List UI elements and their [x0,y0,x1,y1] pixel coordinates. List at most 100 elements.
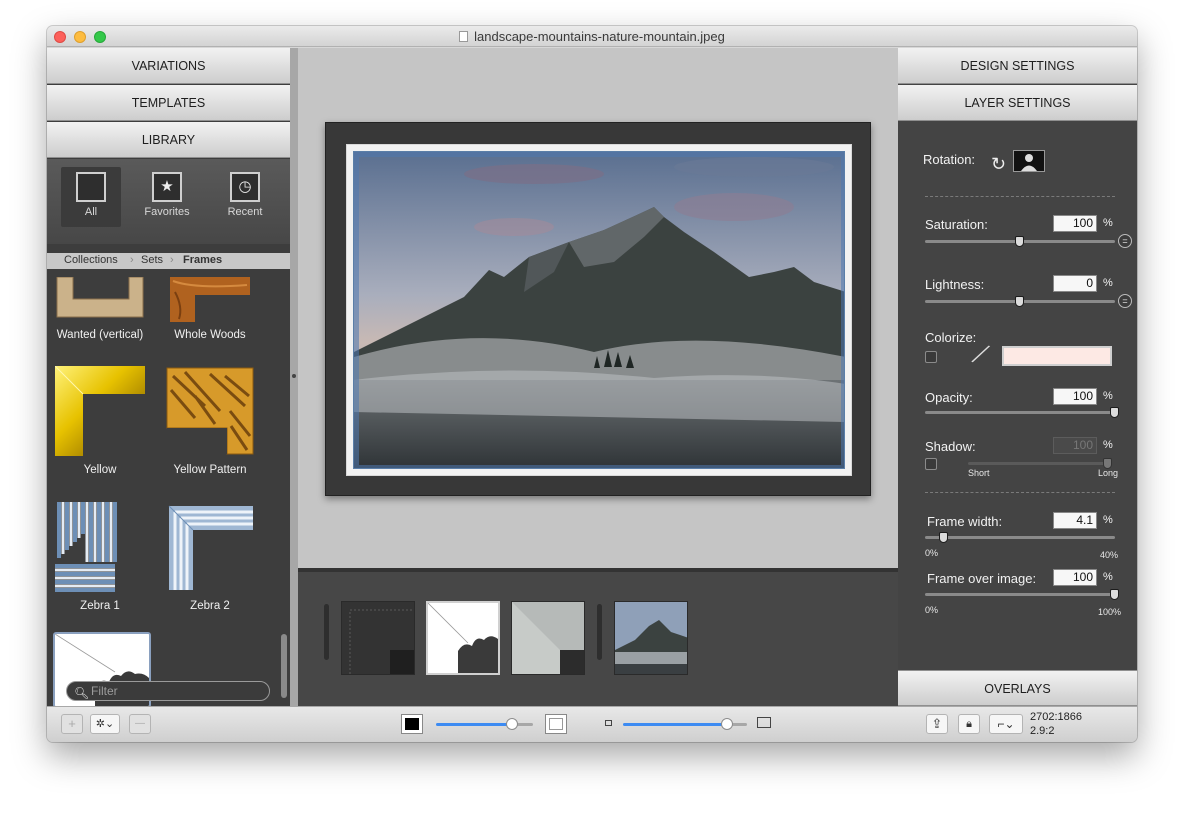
filmstrip-thumb-photo[interactable] [614,601,688,675]
filter-search-field[interactable]: 🔍︎ Filter [66,681,270,701]
frame-item-yellow[interactable]: Yellow [50,365,150,476]
shadow-min-label: Short [968,468,990,478]
saturation-unit: % [1103,217,1113,229]
saturation-slider-knob[interactable] [1015,236,1024,247]
chevron-right-icon: › [130,254,134,266]
zoom-slider-fill[interactable] [623,723,727,726]
frame-over-image-unit: % [1103,571,1113,583]
frame-width-unit: % [1103,514,1113,526]
remove-item-button[interactable]: — [129,714,151,734]
filmstrip-thumb-grey-frame[interactable] [511,601,585,675]
opacity-slider-knob[interactable] [1110,407,1119,418]
mountain-photo [353,151,845,469]
breadcrumb-frames[interactable]: Frames [183,254,222,266]
frame-thickness-slider-fill[interactable] [436,723,512,726]
frame-thickness-slider-knob[interactable] [506,718,518,730]
colorize-checkbox[interactable] [925,351,937,363]
segment-favorites[interactable]: ★ Favorites [137,167,197,227]
reset-saturation-button[interactable]: = [1118,234,1132,248]
filmstrip-divider [597,604,602,660]
frame-width-max-label: 40% [1100,550,1119,560]
segment-all-label: All [84,206,98,218]
library-scrollbar[interactable] [281,634,287,698]
clock-icon: ◷ [230,172,260,202]
crop-aspect-menu-button[interactable]: ⌐⌄ [989,714,1023,734]
shadow-max-label: Long [1098,468,1119,478]
divider [925,492,1115,493]
segment-all[interactable]: All [61,167,121,227]
lightness-value-field[interactable]: 0 [1053,275,1097,292]
filter-placeholder: Filter [91,684,118,698]
add-item-button[interactable]: + [61,714,83,734]
rotation-label: Rotation: [923,152,976,167]
frame-thumbnail [165,502,255,592]
shadow-slider [968,462,1108,465]
frame-width-slider-knob[interactable] [939,532,948,543]
star-icon: ★ [152,172,182,202]
frame-width-slider[interactable] [925,536,1115,539]
black-swatch-button[interactable] [401,714,423,734]
lock-button[interactable]: 🔒︎ [958,714,980,734]
library-segmented-control: All ★ Favorites ◷ Recent [47,159,290,244]
framed-image-preview[interactable] [325,122,871,496]
search-icon: 🔍︎ [74,686,90,700]
white-swatch-button[interactable] [545,714,567,734]
colorize-label: Colorize: [925,330,977,345]
opacity-slider[interactable] [925,411,1115,414]
frame-item-yellow-pattern[interactable]: Yellow Pattern [160,366,260,476]
share-button[interactable]: ⇪ [926,714,948,734]
lightness-label: Lightness: [925,277,985,292]
colorize-color-well[interactable] [1002,346,1112,366]
small-size-icon [605,720,612,726]
design-settings-button[interactable]: DESIGN SETTINGS [898,48,1137,84]
variations-filmstrip [298,568,898,706]
filmstrip-thumb-white-frame[interactable] [426,601,500,675]
templates-button[interactable]: TEMPLATES [47,85,290,121]
frame-item-zebra-1[interactable]: Zebra 1 [50,502,150,612]
library-button[interactable]: LIBRARY [47,122,290,158]
opacity-value-field[interactable]: 100 [1053,388,1097,405]
opacity-unit: % [1103,390,1113,402]
saturation-value-field[interactable]: 100 [1053,215,1097,232]
filmstrip-thumb-dark-frame[interactable] [341,601,415,675]
frame-item-label: Whole Woods [174,329,246,341]
lightness-slider-knob[interactable] [1015,296,1024,307]
frame-width-value-field[interactable]: 4.1 [1053,512,1097,529]
eyedropper-icon[interactable]: ╱ [972,343,989,366]
chevron-down-icon: ⌄ [1004,717,1015,731]
zoom-slider-knob[interactable] [721,718,733,730]
breadcrumb-sets[interactable]: Sets [141,254,163,266]
variations-button[interactable]: VARIATIONS [47,48,290,84]
frame-thumbnail [55,276,145,322]
lock-icon: 🔒︎ [966,718,972,730]
frame-over-image-value-field[interactable]: 100 [1053,569,1097,586]
segment-recent[interactable]: ◷ Recent [215,167,275,227]
breadcrumb-collections[interactable]: Collections [64,254,118,266]
window-title: landscape-mountains-nature-mountain.jpeg [474,29,725,44]
shadow-unit: % [1103,439,1113,451]
frame-item-label: Zebra 1 [80,600,120,612]
frame-over-image-slider-knob[interactable] [1110,589,1119,600]
frame-item-zebra-2[interactable]: Zebra 2 [160,502,260,612]
frame-thumbnail [55,502,145,592]
reset-lightness-button[interactable]: = [1118,294,1132,308]
overlays-button[interactable]: OVERLAYS [898,670,1137,706]
filmstrip-divider [324,604,329,660]
shadow-checkbox[interactable] [925,458,937,470]
frame-over-image-slider[interactable] [925,593,1115,596]
frame-item-label: Wanted (vertical) [56,329,144,341]
layer-settings-button[interactable]: LAYER SETTINGS [898,85,1137,121]
aspect-ratio-text: 2.9:2 [1030,725,1055,737]
frame-item-whole-woods[interactable]: Whole Woods [160,277,260,341]
portrait-orientation-icon[interactable] [1013,150,1045,172]
large-size-icon [757,717,771,728]
frame-item-wanted-vertical[interactable]: Wanted (vertical) [50,276,150,341]
chevron-right-icon: › [170,254,174,266]
shadow-value-field: 100 [1053,437,1097,454]
gear-menu-button[interactable]: ✲⌄ [90,714,120,734]
sidebar-splitter[interactable] [290,48,298,706]
image-dimensions: 2702:1866 2.9:2 [1030,710,1082,738]
frame-thumbnail [165,277,255,322]
shadow-label: Shadow: [925,439,976,454]
rotate-arrow-icon[interactable]: ↻ [991,154,1006,175]
